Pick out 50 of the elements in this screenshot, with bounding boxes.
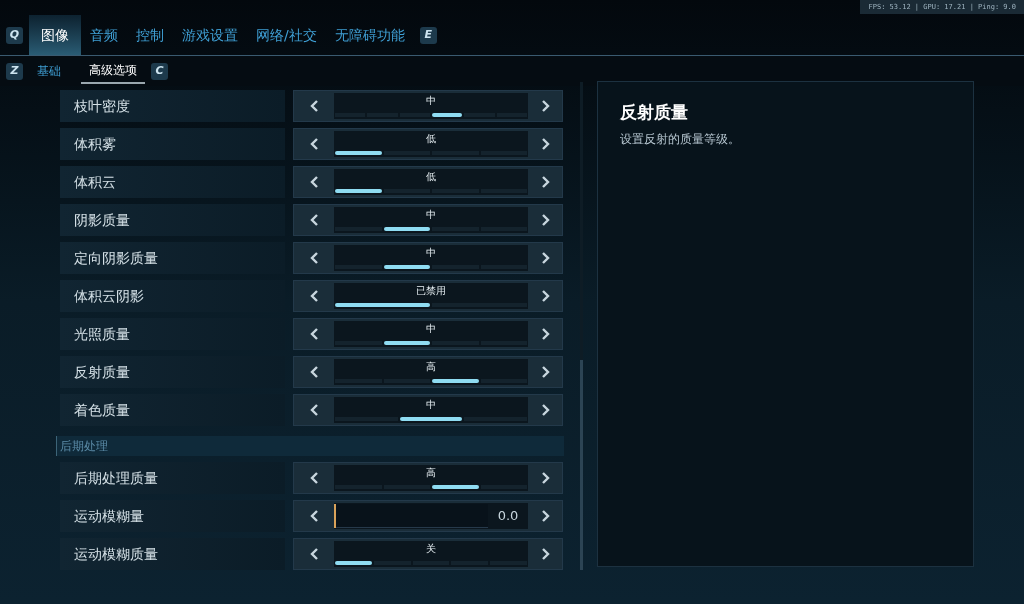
category-tab[interactable]: 音频 [81,15,127,55]
setting-label: 阴影质量 [60,204,285,236]
option-stepper[interactable]: 低 [293,128,563,160]
category-tab[interactable]: 无障碍功能 [325,15,414,55]
option-value: 中 [426,208,436,222]
next-tab-key[interactable]: E [419,26,437,44]
option-stepper[interactable]: 中 [293,394,563,426]
setting-label: 运动模糊质量 [60,538,285,570]
setting-label: 后期处理质量 [60,462,285,494]
option-value: 高 [426,360,436,374]
setting-label: 体积雾 [60,128,285,160]
option-value: 中 [426,398,436,412]
option-value: 关 [426,542,436,556]
option-stepper[interactable]: 中 [293,204,563,236]
subtab[interactable]: 高级选项 [81,58,145,84]
slider-handle[interactable] [334,504,336,528]
option-value: 中 [426,322,436,336]
category-tab[interactable]: 游戏设置 [173,15,247,55]
option-stepper[interactable]: 低 [293,166,563,198]
value-slider[interactable]: 0.0 [293,500,563,532]
description-text: 设置反射的质量等级。 [620,130,741,148]
setting-label: 着色质量 [60,394,285,426]
category-tab[interactable]: 控制 [127,15,173,55]
category-tab[interactable]: 图像 [29,15,81,55]
slider-value: 0.0 [496,507,520,526]
section-header: 后期处理 [59,438,108,455]
description-title: 反射质量 [620,101,689,124]
option-value: 高 [426,466,436,480]
previous-subtab-key[interactable]: Z [6,62,23,80]
setting-label: 定向阴影质量 [60,242,285,274]
option-stepper[interactable]: 中 [293,90,563,122]
option-stepper[interactable]: 中 [293,318,563,350]
option-stepper[interactable]: 已禁用 [293,280,563,312]
option-stepper[interactable]: 中 [293,242,563,274]
option-stepper[interactable]: 高 [293,356,563,388]
option-stepper[interactable]: 高 [293,462,563,494]
option-value: 中 [426,246,436,260]
setting-label: 运动模糊量 [60,500,285,532]
option-value: 已禁用 [416,284,446,298]
setting-label: 枝叶密度 [60,90,285,122]
option-value: 中 [426,94,436,108]
option-value: 低 [426,132,436,146]
scrollbar[interactable] [580,82,583,570]
category-tab[interactable]: 网络/社交 [247,15,326,55]
subtab[interactable]: 基础 [29,58,69,84]
option-value: 低 [426,170,436,184]
next-subtab-key[interactable]: C [151,62,168,80]
option-stepper[interactable]: 关 [293,538,563,570]
previous-tab-key[interactable]: Q [6,26,23,44]
setting-label: 体积云 [60,166,285,198]
